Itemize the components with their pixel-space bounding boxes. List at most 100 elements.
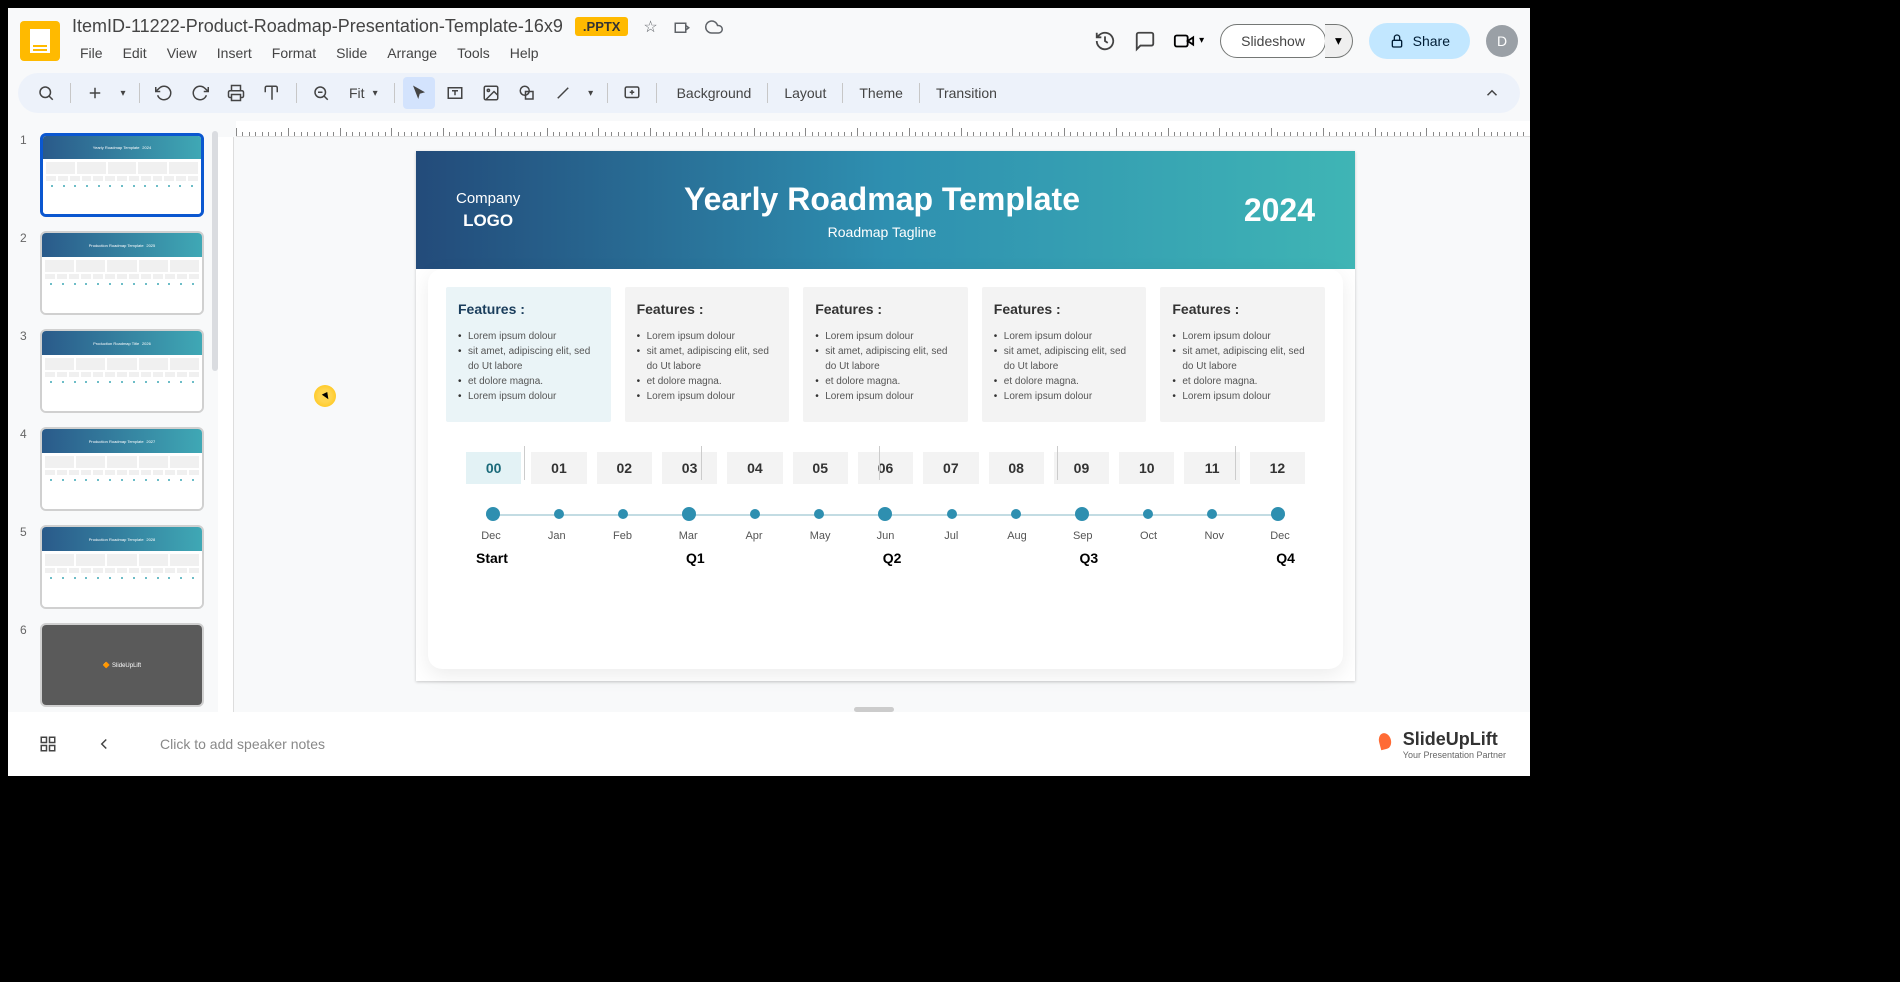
timeline-month-nov[interactable]: Nov bbox=[1204, 530, 1224, 542]
thumbnail-4[interactable]: Production Roadmap Template 2027 bbox=[40, 427, 204, 511]
star-icon[interactable]: ☆ bbox=[640, 17, 660, 37]
timeline-dot-0[interactable] bbox=[486, 507, 500, 521]
collapse-toolbar-icon[interactable] bbox=[1476, 77, 1508, 109]
timeline-dot-3[interactable] bbox=[682, 507, 696, 521]
print-icon[interactable] bbox=[220, 77, 252, 109]
comment-tool-icon[interactable] bbox=[616, 77, 648, 109]
timeline-month-dec[interactable]: Dec bbox=[1270, 530, 1290, 542]
menu-arrange[interactable]: Arrange bbox=[379, 41, 445, 65]
timeline-number-04[interactable]: 04 bbox=[727, 452, 782, 484]
menu-file[interactable]: File bbox=[72, 41, 111, 65]
timeline-month-sep[interactable]: Sep bbox=[1073, 530, 1093, 542]
textbox-tool-icon[interactable] bbox=[439, 77, 471, 109]
timeline-month-may[interactable]: May bbox=[810, 530, 830, 542]
timeline-number-01[interactable]: 01 bbox=[531, 452, 586, 484]
slideshow-button[interactable]: Slideshow bbox=[1220, 24, 1326, 58]
timeline-dot-9[interactable] bbox=[1075, 507, 1089, 521]
theme-button[interactable]: Theme bbox=[847, 79, 915, 107]
notes-drag-handle[interactable] bbox=[854, 707, 894, 712]
timeline-month-jan[interactable]: Jan bbox=[547, 530, 567, 542]
background-button[interactable]: Background bbox=[665, 79, 764, 107]
timeline-dot-8[interactable] bbox=[1011, 509, 1021, 519]
company-logo-placeholder[interactable]: Company LOGO bbox=[456, 188, 520, 233]
timeline-number-02[interactable]: 02 bbox=[597, 452, 652, 484]
timeline-quarter-q1[interactable]: Q1 bbox=[686, 550, 705, 566]
menu-slide[interactable]: Slide bbox=[328, 41, 375, 65]
timeline-month-aug[interactable]: Aug bbox=[1007, 530, 1027, 542]
timeline-dot-10[interactable] bbox=[1143, 509, 1153, 519]
timeline-quarter-q4[interactable]: Q4 bbox=[1276, 550, 1295, 566]
search-icon[interactable] bbox=[30, 77, 62, 109]
layout-button[interactable]: Layout bbox=[772, 79, 838, 107]
timeline-dot-7[interactable] bbox=[947, 509, 957, 519]
move-icon[interactable] bbox=[672, 17, 692, 37]
thumbnail-5[interactable]: Production Roadmap Template 2028 bbox=[40, 525, 204, 609]
thumbnail-6[interactable]: 🔶 SlideUpLift bbox=[40, 623, 204, 707]
thumbnail-1[interactable]: Yearly Roadmap Template 2024 bbox=[40, 133, 204, 217]
slide-tagline[interactable]: Roadmap Tagline bbox=[520, 224, 1244, 240]
feature-card-4[interactable]: Features :Lorem ipsum doloursit amet, ad… bbox=[1160, 287, 1325, 422]
timeline-dot-12[interactable] bbox=[1271, 507, 1285, 521]
timeline-month-apr[interactable]: Apr bbox=[744, 530, 764, 542]
shape-tool-icon[interactable] bbox=[511, 77, 543, 109]
speaker-notes-input[interactable]: Click to add speaker notes bbox=[160, 736, 1379, 752]
menu-edit[interactable]: Edit bbox=[115, 41, 155, 65]
undo-icon[interactable] bbox=[148, 77, 180, 109]
timeline-number-03[interactable]: 03 bbox=[662, 452, 717, 484]
feature-card-2[interactable]: Features :Lorem ipsum doloursit amet, ad… bbox=[803, 287, 968, 422]
canvas-scroll[interactable]: Company LOGO Yearly Roadmap Template Roa… bbox=[218, 137, 1530, 699]
line-tool-icon[interactable] bbox=[547, 77, 579, 109]
timeline-number-12[interactable]: 12 bbox=[1250, 452, 1305, 484]
thumbnail-3[interactable]: Production Roadmap Title 2026 bbox=[40, 329, 204, 413]
menu-help[interactable]: Help bbox=[502, 41, 547, 65]
timeline-dot-5[interactable] bbox=[814, 509, 824, 519]
timeline-month-dec[interactable]: Dec bbox=[481, 530, 501, 542]
timeline-dot-2[interactable] bbox=[618, 509, 628, 519]
menu-insert[interactable]: Insert bbox=[209, 41, 260, 65]
slide-year[interactable]: 2024 bbox=[1244, 192, 1315, 229]
slide-canvas[interactable]: Company LOGO Yearly Roadmap Template Roa… bbox=[416, 151, 1355, 681]
meet-button[interactable]: ▾ bbox=[1173, 30, 1204, 52]
new-slide-button[interactable] bbox=[79, 77, 111, 109]
feature-card-1[interactable]: Features :Lorem ipsum doloursit amet, ad… bbox=[625, 287, 790, 422]
timeline-number-05[interactable]: 05 bbox=[793, 452, 848, 484]
zoom-select[interactable]: Fit ▾ bbox=[341, 81, 386, 105]
grid-view-icon[interactable] bbox=[32, 728, 64, 760]
slideshow-dropdown[interactable]: ▾ bbox=[1325, 24, 1353, 58]
slides-app-icon[interactable] bbox=[20, 21, 60, 61]
share-button[interactable]: Share bbox=[1369, 23, 1470, 59]
timeline-number-07[interactable]: 07 bbox=[923, 452, 978, 484]
timeline-dot-1[interactable] bbox=[554, 509, 564, 519]
timeline-quarter-start[interactable]: Start bbox=[476, 550, 508, 566]
image-tool-icon[interactable] bbox=[475, 77, 507, 109]
timeline-dot-6[interactable] bbox=[878, 507, 892, 521]
timeline-number-11[interactable]: 11 bbox=[1184, 452, 1239, 484]
slide-body[interactable]: Features :Lorem ipsum doloursit amet, ad… bbox=[428, 269, 1343, 669]
comment-icon[interactable] bbox=[1133, 29, 1157, 53]
transition-button[interactable]: Transition bbox=[924, 79, 1009, 107]
timeline-month-feb[interactable]: Feb bbox=[613, 530, 633, 542]
menu-tools[interactable]: Tools bbox=[449, 41, 498, 65]
timeline-number-10[interactable]: 10 bbox=[1119, 452, 1174, 484]
timeline-number-08[interactable]: 08 bbox=[989, 452, 1044, 484]
feature-card-3[interactable]: Features :Lorem ipsum doloursit amet, ad… bbox=[982, 287, 1147, 422]
timeline-number-00[interactable]: 00 bbox=[466, 452, 521, 484]
timeline-dot-11[interactable] bbox=[1207, 509, 1217, 519]
user-avatar[interactable]: D bbox=[1486, 25, 1518, 57]
timeline-month-oct[interactable]: Oct bbox=[1139, 530, 1159, 542]
redo-icon[interactable] bbox=[184, 77, 216, 109]
timeline-quarter-q2[interactable]: Q2 bbox=[883, 550, 902, 566]
timeline-month-jul[interactable]: Jul bbox=[941, 530, 961, 542]
slide-header[interactable]: Company LOGO Yearly Roadmap Template Roa… bbox=[416, 151, 1355, 269]
document-name[interactable]: ItemID-11222-Product-Roadmap-Presentatio… bbox=[72, 16, 563, 37]
feature-card-0[interactable]: Features :Lorem ipsum doloursit amet, ad… bbox=[446, 287, 611, 422]
menu-format[interactable]: Format bbox=[264, 41, 324, 65]
timeline-number-06[interactable]: 06 bbox=[858, 452, 913, 484]
select-tool-icon[interactable] bbox=[403, 77, 435, 109]
paint-format-icon[interactable] bbox=[256, 77, 288, 109]
timeline-number-09[interactable]: 09 bbox=[1054, 452, 1109, 484]
timeline-quarter-q3[interactable]: Q3 bbox=[1080, 550, 1099, 566]
thumbnail-2[interactable]: Production Roadmap Template 2025 bbox=[40, 231, 204, 315]
line-tool-dropdown[interactable]: ▾ bbox=[583, 77, 599, 109]
new-slide-dropdown[interactable]: ▾ bbox=[115, 77, 131, 109]
